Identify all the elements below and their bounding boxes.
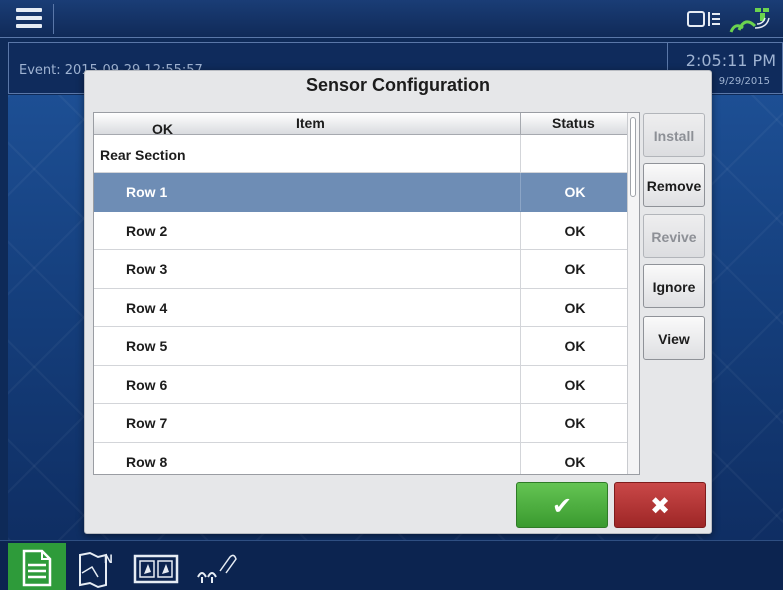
table-scrollbar[interactable] — [627, 113, 639, 474]
row-item-label: Row 5 — [126, 338, 168, 354]
x-icon: ✖ — [649, 492, 671, 520]
cancel-button[interactable]: ✖ — [614, 482, 706, 528]
row-status-label: OK — [520, 365, 629, 403]
display-config-lines-icon — [708, 12, 720, 26]
row-status-label: OK — [520, 288, 629, 326]
table-row[interactable]: Row 8 OK — [94, 442, 629, 474]
hamburger-menu-icon[interactable] — [8, 4, 54, 34]
sensor-configuration-dialog: Sensor Configuration OK Item Status Rear… — [84, 70, 712, 534]
table-header: OK Item Status — [94, 113, 629, 137]
install-button[interactable]: Install — [643, 113, 705, 157]
row-item-label: Rear Section — [100, 147, 186, 163]
display-config-icon[interactable] — [687, 11, 705, 27]
row-item-label: Row 7 — [126, 415, 168, 431]
split-view-tab[interactable] — [128, 543, 186, 590]
header-divider — [520, 113, 521, 135]
row-item-label: Row 2 — [126, 222, 168, 239]
column-header-status[interactable]: Status — [552, 115, 595, 131]
table-row[interactable]: Row 1 OK — [94, 173, 629, 212]
dialog-title: Sensor Configuration — [306, 75, 490, 95]
planting-tab[interactable] — [188, 543, 246, 590]
revive-button[interactable]: Revive — [643, 214, 705, 258]
map-tab[interactable]: N — [68, 543, 126, 590]
table-row[interactable]: Row 7 OK — [94, 404, 629, 443]
sensor-table: OK Item Status Rear Section Row 1 OK Row 2 O… — [93, 112, 640, 475]
table-section-row[interactable]: Rear Section — [94, 135, 629, 173]
status-icons — [687, 6, 775, 34]
table-row[interactable]: Row 6 OK — [94, 365, 629, 404]
row-item-label: Row 4 — [126, 299, 168, 316]
remove-button[interactable]: Remove — [643, 163, 705, 207]
view-button[interactable]: View — [643, 316, 705, 360]
checkmark-icon: ✔ — [551, 492, 573, 520]
document-icon — [22, 549, 52, 587]
accept-button[interactable]: ✔ — [516, 482, 608, 528]
row-status-label: OK — [520, 211, 629, 249]
table-row[interactable]: Row 5 OK — [94, 327, 629, 366]
table-row[interactable]: Row 3 OK — [94, 250, 629, 289]
seed-planting-icon — [197, 554, 237, 583]
table-row[interactable]: Row 4 OK — [94, 288, 629, 327]
gps-satellite-icon[interactable] — [727, 6, 773, 34]
svg-text:N: N — [104, 552, 113, 566]
clock-time: 2:05:11 PM — [685, 51, 776, 70]
run-page-tab[interactable] — [8, 543, 66, 590]
row-status-label — [520, 135, 629, 172]
column-header-item[interactable]: Item — [296, 115, 325, 131]
split-view-icon — [133, 554, 179, 584]
row-item-label: Row 8 — [126, 453, 168, 470]
scrollbar-thumb[interactable] — [630, 117, 636, 197]
row-item-label: Row 6 — [126, 376, 168, 393]
table-row[interactable]: Row 2 OK — [94, 211, 629, 250]
row-item-label: Row 3 — [126, 261, 168, 277]
row-status-label: OK — [520, 327, 629, 365]
row-status-label: OK — [520, 442, 629, 474]
row-status-label: OK — [520, 250, 629, 288]
bottom-nav-bar: N — [0, 540, 783, 590]
clock-date: 9/29/2015 — [718, 76, 770, 87]
top-bar — [0, 0, 783, 38]
table-body: Rear Section Row 1 OK Row 2 OK Row 3 OK Row 4 OK… — [94, 135, 629, 474]
row-item-label: Row 1 — [126, 184, 168, 200]
row-status-label: OK — [520, 173, 629, 211]
ignore-button[interactable]: Ignore — [643, 264, 705, 308]
row-status-label: OK — [520, 404, 629, 442]
map-north-icon: N — [79, 551, 113, 589]
